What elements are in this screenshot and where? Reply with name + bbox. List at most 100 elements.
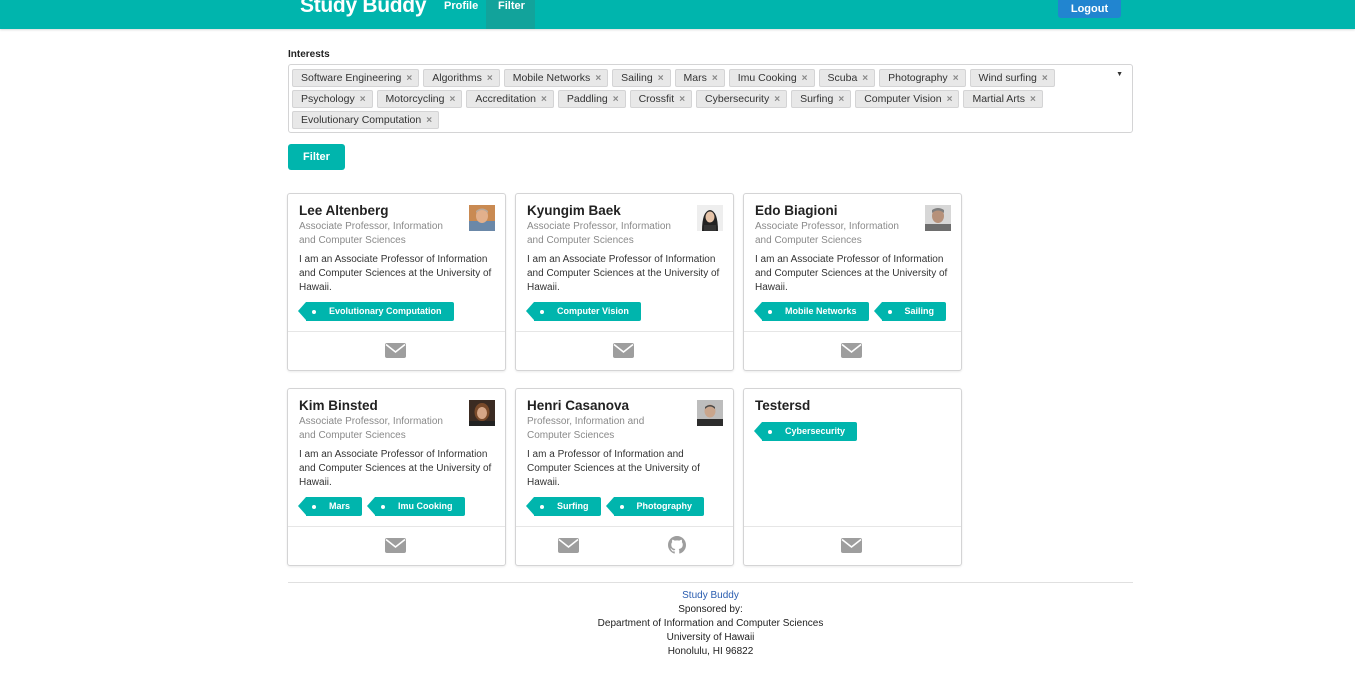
remove-chip-icon[interactable]: × <box>947 94 953 105</box>
profile-name: Henri Casanova <box>527 398 630 413</box>
interest-chip: Martial Arts × <box>963 90 1043 108</box>
remove-chip-icon[interactable]: × <box>1030 94 1036 105</box>
interest-chip-label: Mobile Networks <box>512 72 591 84</box>
email-icon[interactable] <box>613 343 634 363</box>
card-footer <box>288 331 505 370</box>
remove-chip-icon[interactable]: × <box>541 94 547 105</box>
interest-tag-list: Surfing Photography <box>526 497 709 516</box>
remove-chip-icon[interactable]: × <box>426 115 432 126</box>
interest-chip: Wind surfing × <box>969 69 1055 87</box>
interest-chip-list: Software Engineering × Algorithms × Mobile N… <box>292 69 1107 132</box>
avatar <box>469 205 495 231</box>
interest-tag-list: Mars Imu Cooking <box>297 497 470 516</box>
profile-name: Edo Biagioni <box>755 203 838 218</box>
remove-chip-icon[interactable]: × <box>487 73 493 84</box>
interest-chip-label: Crossfit <box>638 93 675 105</box>
interest-tag[interactable]: Cybersecurity <box>753 422 858 441</box>
remove-chip-icon[interactable]: × <box>802 73 808 84</box>
avatar <box>697 205 723 231</box>
remove-chip-icon[interactable]: × <box>613 94 619 105</box>
email-icon[interactable] <box>385 343 406 363</box>
interest-tag[interactable]: Mobile Networks <box>754 302 869 321</box>
remove-chip-icon[interactable]: × <box>679 94 685 105</box>
profile-name: Testersd <box>755 398 811 413</box>
card-footer <box>744 526 961 565</box>
profile-title: Associate Professor, Information and Com… <box>755 221 899 246</box>
footer-study-buddy-link[interactable]: Study Buddy <box>682 590 739 601</box>
dropdown-caret-icon[interactable]: ▼ <box>1116 71 1123 78</box>
interest-chip-label: Psychology <box>301 93 355 105</box>
interest-tag[interactable]: Sailing <box>873 302 947 321</box>
interest-tag[interactable]: Computer Vision <box>526 302 641 321</box>
interest-chip-label: Software Engineering <box>301 72 402 84</box>
interest-chip: Sailing × <box>612 69 671 87</box>
interest-chip: Cybersecurity × <box>696 90 788 108</box>
card-footer <box>288 526 505 565</box>
avatar <box>925 205 951 231</box>
remove-chip-icon[interactable]: × <box>449 94 455 105</box>
interest-tag-list: Computer Vision <box>526 302 646 321</box>
card-footer <box>516 526 733 565</box>
interest-chip: Motorcycling × <box>376 90 463 108</box>
remove-chip-icon[interactable]: × <box>360 94 366 105</box>
email-icon[interactable] <box>385 538 406 558</box>
interest-chip: Paddling × <box>557 90 626 108</box>
remove-chip-icon[interactable]: × <box>595 73 601 84</box>
profile-card: Henri Casanova Professor, Information and… <box>515 388 734 566</box>
remove-chip-icon[interactable]: × <box>838 94 844 105</box>
interest-tag[interactable]: Photography <box>605 497 704 516</box>
interest-tag[interactable]: Surfing <box>526 497 601 516</box>
interest-tag[interactable]: Imu Cooking <box>367 497 465 516</box>
interest-tag-list: Evolutionary Computation <box>298 302 459 321</box>
profile-title: Associate Professor, Information and Com… <box>299 416 443 441</box>
interest-chip-label: Evolutionary Computation <box>301 114 422 126</box>
interest-chip-label: Paddling <box>566 93 608 105</box>
remove-chip-icon[interactable]: × <box>862 73 868 84</box>
interest-chip: Algorithms × <box>423 69 500 87</box>
email-icon[interactable] <box>841 343 862 363</box>
email-icon[interactable] <box>841 538 862 558</box>
filter-button[interactable]: Filter <box>288 144 345 170</box>
interest-chip: Mobile Networks × <box>503 69 609 87</box>
interest-chip-label: Photography <box>888 72 948 84</box>
interest-chip-label: Mars <box>683 72 707 84</box>
card-footer <box>516 331 733 370</box>
profile-name: Kyungim Baek <box>527 203 621 218</box>
footer-address: Honolulu, HI 96822 <box>667 646 754 657</box>
footer-department: Department of Information and Computer S… <box>597 618 824 629</box>
profile-title: Associate Professor, Information and Com… <box>299 221 443 246</box>
interest-chip-label: Surfing <box>800 93 834 105</box>
interest-chip-label: Cybersecurity <box>705 93 770 105</box>
remove-chip-icon[interactable]: × <box>658 73 664 84</box>
interest-chip-label: Computer Vision <box>864 93 942 105</box>
remove-chip-icon[interactable]: × <box>1042 73 1048 84</box>
interest-chip: Evolutionary Computation × <box>292 111 440 129</box>
card-footer <box>744 331 961 370</box>
interest-chip-label: Martial Arts <box>972 93 1025 105</box>
interests-multiselect[interactable]: Software Engineering × Algorithms × Mobile N… <box>288 64 1133 133</box>
remove-chip-icon[interactable]: × <box>712 73 718 84</box>
interest-chip-label: Accreditation <box>475 93 537 105</box>
interests-label: Interests <box>288 49 330 60</box>
profile-description: I am an Associate Professor of Informati… <box>755 254 948 293</box>
remove-chip-icon[interactable]: × <box>406 73 412 84</box>
remove-chip-icon[interactable]: × <box>774 94 780 105</box>
profile-title: Associate Professor, Information and Com… <box>527 221 671 246</box>
profile-card: Testersd Cybersecurity <box>743 388 962 566</box>
profile-card: Kim Binsted Associate Professor, Informat… <box>287 388 506 566</box>
nav-profile[interactable]: Profile <box>432 0 486 29</box>
github-icon[interactable] <box>668 536 686 559</box>
brand-logo[interactable]: Study Buddy <box>300 0 427 18</box>
logout-button[interactable]: Logout <box>1058 0 1121 18</box>
profile-description: I am a Professor of Information and Comp… <box>527 449 700 488</box>
interest-chip: Mars × <box>674 69 725 87</box>
interest-tag[interactable]: Mars <box>297 497 363 516</box>
remove-chip-icon[interactable]: × <box>953 73 959 84</box>
page-footer: Study Buddy Sponsored by: Department of … <box>288 589 1133 659</box>
interest-chip-label: Wind surfing <box>978 72 1037 84</box>
interest-tag[interactable]: Evolutionary Computation <box>298 302 454 321</box>
interest-chip: Computer Vision × <box>855 90 960 108</box>
interest-tag-list: Cybersecurity <box>753 422 862 441</box>
email-icon[interactable] <box>558 538 579 558</box>
nav-filter[interactable]: Filter <box>486 0 535 29</box>
